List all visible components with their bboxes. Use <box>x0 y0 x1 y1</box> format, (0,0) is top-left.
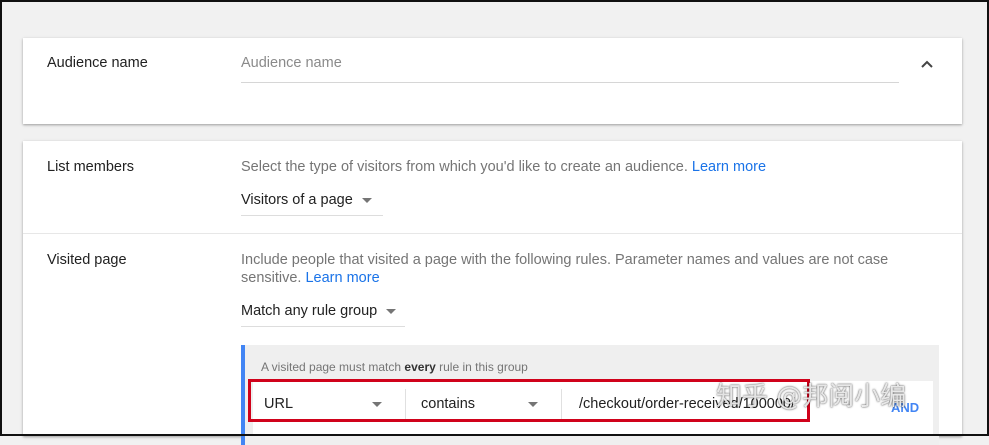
list-members-label: List members <box>47 159 135 175</box>
chevron-up-icon[interactable] <box>920 58 934 70</box>
rule-group-title: A visited page must match every rule in … <box>261 360 528 374</box>
visited-page-description: Include people that visited a page with … <box>241 251 888 287</box>
visitor-type-value: Visitors of a page <box>241 192 353 208</box>
visited-page-label: Visited page <box>47 252 127 268</box>
list-members-description-text: Select the type of visitors from which y… <box>241 159 688 175</box>
section-divider <box>23 233 962 234</box>
visitor-type-dropdown[interactable]: Visitors of a page <box>241 185 383 216</box>
dropdown-caret-icon <box>361 197 372 203</box>
audience-name-input[interactable]: Audience name <box>241 54 899 83</box>
visited-page-description-line2: sensitive. Learn more <box>241 269 888 287</box>
audience-name-placeholder: Audience name <box>241 55 342 71</box>
visited-page-learn-more-link[interactable]: Learn more <box>305 270 379 286</box>
visited-page-description-text2: sensitive. <box>241 270 302 286</box>
visited-page-description-line1: Include people that visited a page with … <box>241 252 889 268</box>
audience-name-label: Audience name <box>47 55 148 71</box>
list-members-learn-more-link[interactable]: Learn more <box>692 159 766 175</box>
match-rule-value: Match any rule group <box>241 303 378 319</box>
dropdown-caret-icon <box>386 308 397 314</box>
list-members-description: Select the type of visitors from which y… <box>241 158 766 176</box>
audience-name-card: Audience name Audience name <box>23 38 962 124</box>
rule-group-title-suffix: rule in this group <box>439 360 528 374</box>
rule-group-title-bold: every <box>404 360 436 374</box>
rule-group-title-prefix: A visited page must match <box>261 360 402 374</box>
match-rule-dropdown[interactable]: Match any rule group <box>241 296 405 327</box>
watermark-text: 知乎 @邦阅小编 <box>716 382 907 412</box>
